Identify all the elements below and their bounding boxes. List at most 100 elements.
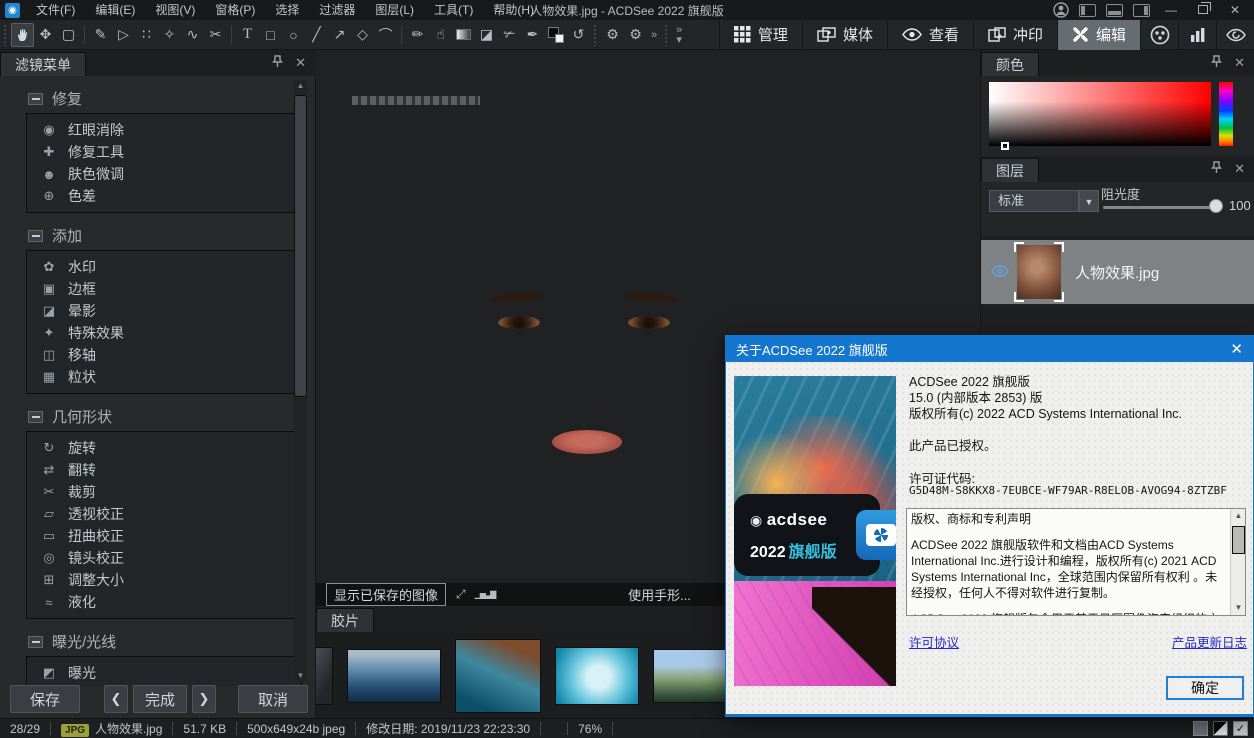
prev-image-button[interactable]: ❮: [104, 685, 128, 713]
arrow-tool[interactable]: ↗: [328, 23, 351, 47]
pin-icon[interactable]: [272, 55, 283, 71]
swap-colors-icon[interactable]: ↺: [567, 23, 590, 47]
layers-panel-tab[interactable]: 图层: [981, 158, 1039, 182]
tab-manage[interactable]: 管理: [719, 20, 802, 50]
hand-tool[interactable]: [11, 23, 34, 47]
filter-grain[interactable]: ▦粒状: [27, 366, 301, 388]
gradient-tool[interactable]: [452, 23, 475, 47]
toolbar-overflow-icon[interactable]: »: [651, 30, 657, 40]
scrollbar-thumb[interactable]: [295, 96, 306, 396]
collapse-icon[interactable]: [28, 636, 43, 648]
toolbar-grip[interactable]: [3, 24, 8, 46]
filter-chromatic-aberration[interactable]: ⊕色差: [27, 185, 301, 207]
tab-view[interactable]: 查看: [887, 20, 973, 50]
color-picker-marker[interactable]: [1001, 142, 1009, 150]
filmstrip-thumbnail[interactable]: [456, 640, 540, 712]
opacity-slider[interactable]: [1103, 206, 1217, 209]
tab-edit[interactable]: 编辑: [1057, 20, 1140, 50]
dashboard-mode-icon[interactable]: [1178, 20, 1216, 50]
filter-border[interactable]: ▣边框: [27, 278, 301, 300]
dialog-titlebar[interactable]: 关于ACDSee 2022 旗舰版 ✕: [726, 336, 1253, 362]
scroll-down-icon[interactable]: ▼: [294, 670, 307, 682]
filter-lens-correction[interactable]: ◎镜头校正: [27, 547, 301, 569]
text-tool[interactable]: T: [236, 23, 259, 47]
section-exposure[interactable]: 曝光/光线: [28, 631, 316, 652]
filter-repair-tool[interactable]: ✚修复工具: [27, 141, 301, 163]
brush-tool[interactable]: ✏: [406, 23, 429, 47]
section-repair[interactable]: 修复: [28, 88, 316, 109]
layout-left-pane-icon[interactable]: [1079, 4, 1096, 17]
color-gradient-picker[interactable]: [989, 82, 1211, 146]
menu-panes[interactable]: 窗格(P): [205, 0, 265, 20]
line-tool[interactable]: ╱: [305, 23, 328, 47]
filter-red-eye[interactable]: ◉红眼消除: [27, 119, 301, 141]
color-swatches[interactable]: [544, 23, 567, 47]
filmstrip-thumbnail[interactable]: [556, 648, 638, 704]
close-button[interactable]: ✕: [1224, 3, 1246, 17]
panel-close-icon[interactable]: ✕: [295, 55, 306, 71]
menu-file[interactable]: 文件(F): [26, 0, 85, 20]
layout-bottom-pane-icon[interactable]: [1106, 4, 1123, 17]
color-panel-tab[interactable]: 颜色: [981, 52, 1039, 76]
histogram-icon[interactable]: ▁▅▃▇: [475, 590, 496, 599]
point-transform-tool[interactable]: ∷: [135, 23, 158, 47]
tab-develop[interactable]: 冲印: [973, 20, 1057, 50]
filter-vignette[interactable]: ◪晕影: [27, 300, 301, 322]
tab-media[interactable]: 媒体: [802, 20, 887, 50]
marquee-select-tool[interactable]: ▢: [57, 23, 80, 47]
filmstrip-thumbnail[interactable]: [348, 650, 440, 702]
filter-crop[interactable]: ✂裁剪: [27, 481, 301, 503]
layer-visibility-eye-icon[interactable]: [991, 265, 1009, 280]
rectangle-tool[interactable]: □: [259, 23, 282, 47]
collapse-icon[interactable]: [28, 411, 43, 423]
filter-exposure[interactable]: ◩曝光: [27, 662, 301, 684]
collapse-icon[interactable]: [28, 230, 43, 242]
layout-right-pane-icon[interactable]: [1133, 4, 1150, 17]
move-tool[interactable]: ✥: [34, 23, 57, 47]
changelog-link[interactable]: 产品更新日志: [1172, 632, 1247, 651]
section-geometry[interactable]: 几何形状: [28, 406, 316, 427]
dialog-close-icon[interactable]: ✕: [1230, 340, 1253, 358]
warp-tool[interactable]: ✧: [158, 23, 181, 47]
menu-tools[interactable]: 工具(T): [424, 0, 483, 20]
filter-scrollbar[interactable]: ▲ ▼: [294, 80, 307, 682]
fullscreen-icon[interactable]: ⤢: [456, 587, 465, 602]
license-agreement-link[interactable]: 许可协议: [909, 632, 959, 651]
hue-strip[interactable]: [1219, 82, 1233, 146]
filter-flip[interactable]: ⇄翻转: [27, 459, 301, 481]
gear-settings-icon[interactable]: ⚙: [624, 23, 647, 47]
filter-distortion[interactable]: ▭扭曲校正: [27, 525, 301, 547]
next-image-button[interactable]: ❯: [192, 685, 216, 713]
filmstrip-tab[interactable]: 胶片: [316, 608, 374, 632]
layer-thumbnail[interactable]: [1017, 245, 1061, 299]
toolbar-overflow-2-icon[interactable]: »▾: [676, 25, 682, 45]
checkmark-icon[interactable]: ✓: [1233, 721, 1248, 736]
cancel-button[interactable]: 取消: [238, 685, 308, 713]
ok-button[interactable]: 确定: [1166, 676, 1244, 700]
acdsee365-mode-icon[interactable]: [1216, 20, 1254, 50]
legal-notice-box[interactable]: 版权、商标和专利声明 ACDSee 2022 旗舰版软件和文档由ACD Syst…: [906, 508, 1246, 616]
menu-layers[interactable]: 图层(L): [365, 0, 424, 20]
menu-filter[interactable]: 过滤器: [309, 0, 365, 20]
scroll-up-icon[interactable]: ▲: [294, 80, 307, 92]
scroll-down-icon[interactable]: ▼: [1231, 601, 1246, 615]
filter-rotate[interactable]: ↻旋转: [27, 437, 301, 459]
section-add[interactable]: 添加: [28, 225, 316, 246]
menu-view[interactable]: 视图(V): [145, 0, 205, 20]
account-icon[interactable]: [1053, 2, 1069, 18]
minimize-button[interactable]: —: [1160, 3, 1182, 17]
scrollbar-thumb[interactable]: [1233, 527, 1244, 553]
restore-button[interactable]: [1192, 3, 1214, 17]
blend-mode-select[interactable]: 标准: [989, 190, 1079, 212]
toolbar-grip-3[interactable]: [664, 24, 669, 46]
pin-icon[interactable]: [1211, 161, 1222, 177]
ellipse-tool[interactable]: ○: [282, 23, 305, 47]
panel-close-icon[interactable]: ✕: [1234, 55, 1245, 71]
panel-close-icon[interactable]: ✕: [1234, 161, 1245, 177]
filter-perspective[interactable]: ▱透视校正: [27, 503, 301, 525]
show-saved-image-button[interactable]: 显示已保存的图像: [326, 583, 446, 606]
menu-edit[interactable]: 编辑(E): [85, 0, 145, 20]
filter-tilt-shift[interactable]: ◫移轴: [27, 344, 301, 366]
polygon-select-tool[interactable]: ▷: [112, 23, 135, 47]
done-button[interactable]: 完成: [133, 685, 187, 713]
